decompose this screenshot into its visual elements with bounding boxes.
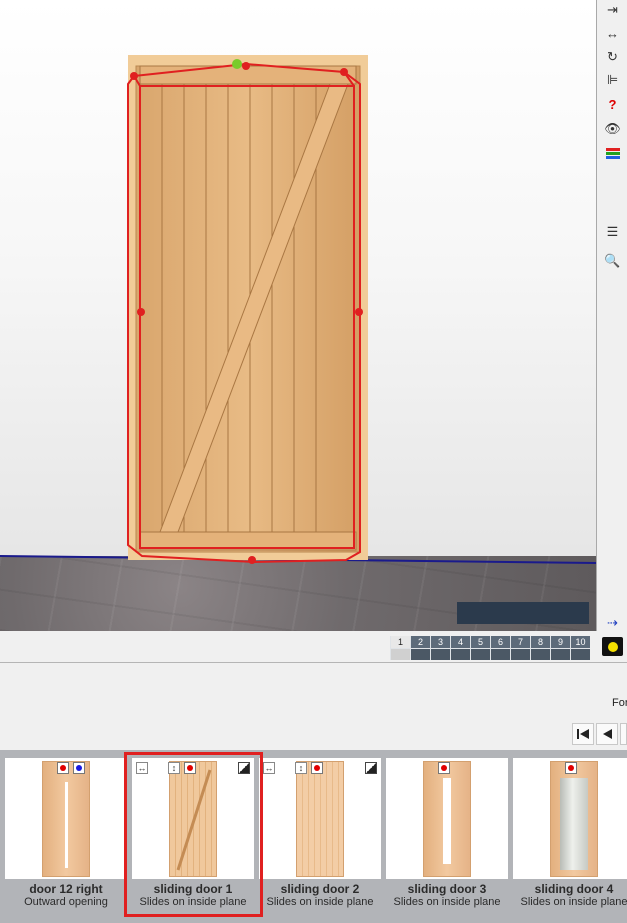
rotate-icon[interactable]: ↻ — [602, 47, 623, 66]
handle-right — [355, 308, 363, 316]
right-toolbar: ⇥ ↔ ↻ ⊫ ? 👁 ☰ 🔍 ⇢ — [598, 0, 627, 663]
page-tab-1[interactable]: 1 — [390, 636, 410, 660]
catalog-thumbnail[interactable] — [5, 758, 127, 879]
resize-horizontal-icon[interactable]: ↔ — [263, 762, 275, 774]
red-dot-icon — [57, 762, 69, 774]
door-3d[interactable] — [128, 55, 368, 560]
color-bars-icon[interactable] — [602, 144, 623, 163]
page-tab-8[interactable]: 8 — [530, 636, 550, 660]
page-tab-4[interactable]: 4 — [450, 636, 470, 660]
resize-vertical-icon[interactable]: ↕ — [295, 762, 307, 774]
glass-slit — [443, 778, 451, 864]
handle-left — [137, 308, 145, 316]
handle-top-mid — [242, 62, 250, 70]
dimension-help-icon[interactable]: ? — [602, 95, 623, 114]
catalog-item-name: sliding door 3 — [407, 882, 487, 896]
catalog-thumbnail[interactable] — [513, 758, 627, 879]
list-icon[interactable]: ☰ — [602, 222, 623, 241]
door-thumbnail — [42, 761, 90, 877]
align-icon[interactable]: ⊫ — [602, 70, 623, 89]
glass-panel — [560, 778, 588, 870]
catalog-item-name: sliding door 2 — [280, 882, 360, 896]
handle-bottom — [248, 556, 256, 564]
status-panel — [457, 602, 589, 624]
3d-viewport[interactable] — [0, 0, 597, 631]
glass-slit — [65, 782, 68, 868]
page-tab-2[interactable]: 2 — [410, 636, 430, 660]
page-tab-3[interactable]: 3 — [430, 636, 450, 660]
scene-canvas[interactable] — [0, 0, 597, 631]
light-bulb-icon[interactable] — [602, 637, 623, 656]
page-tabs: 1 2 3 4 5 6 7 8 9 10 — [390, 636, 590, 660]
page-tab-7[interactable]: 7 — [510, 636, 530, 660]
handle-top-left — [130, 72, 138, 80]
magnifier-icon[interactable]: 🔍 — [602, 251, 623, 270]
door-thumbnail — [550, 761, 598, 877]
catalog-item-subtitle: Slides on inside plane — [520, 896, 627, 908]
previous-page-button[interactable] — [596, 723, 618, 745]
red-dot-icon — [565, 762, 577, 774]
catalog-item-sliding-door-3[interactable]: sliding door 3 Slides on inside plane — [386, 758, 508, 910]
catalog-item-sliding-door-4[interactable]: sliding door 4 Slides on inside plane — [513, 758, 627, 910]
import-arrow-icon[interactable]: ⇢ — [602, 613, 623, 632]
blue-dot-icon — [73, 762, 85, 774]
flip-icon[interactable] — [365, 762, 377, 774]
next-page-button[interactable] — [620, 723, 627, 745]
catalog-item-subtitle: Slides on inside plane — [266, 896, 374, 908]
page-tab-6[interactable]: 6 — [490, 636, 510, 660]
for-label: For — [612, 697, 627, 709]
door-thumbnail — [423, 761, 471, 877]
page-tab-10[interactable]: 10 — [570, 636, 590, 660]
handle-green-grip — [232, 59, 242, 69]
catalog-item-door-12-right[interactable]: door 12 right Outward opening — [5, 758, 127, 910]
first-page-button[interactable] — [572, 723, 594, 745]
door-thumbnail — [296, 761, 344, 877]
catalog-item-subtitle: Outward opening — [24, 896, 108, 908]
eye-icon[interactable]: 👁 — [602, 119, 623, 138]
catalog-item-sliding-door-2[interactable]: ↔ ↕ sliding door 2 Slides on inside plan… — [259, 758, 381, 910]
catalog-item-name: door 12 right — [29, 882, 103, 896]
catalog-thumbnail[interactable] — [386, 758, 508, 879]
red-dot-icon — [438, 762, 450, 774]
catalog-item-subtitle: Slides on inside plane — [393, 896, 501, 908]
resize-horizontal-icon[interactable]: ↔ — [602, 24, 623, 43]
catalog-strip: door 12 right Outward opening ↔ ↕ slidin… — [0, 750, 627, 923]
selected-item-highlight — [124, 752, 263, 917]
catalog-thumbnail[interactable]: ↔ ↕ — [259, 758, 381, 879]
page-tab-9[interactable]: 9 — [550, 636, 570, 660]
skip-first-icon — [577, 729, 589, 739]
catalog-item-name: sliding door 4 — [534, 882, 614, 896]
page-tab-5[interactable]: 5 — [470, 636, 490, 660]
divider — [0, 662, 627, 663]
red-dot-icon — [311, 762, 323, 774]
handle-top-right — [340, 68, 348, 76]
exit-arrow-icon[interactable]: ⇥ — [602, 0, 623, 19]
arrow-left-icon — [603, 729, 612, 739]
